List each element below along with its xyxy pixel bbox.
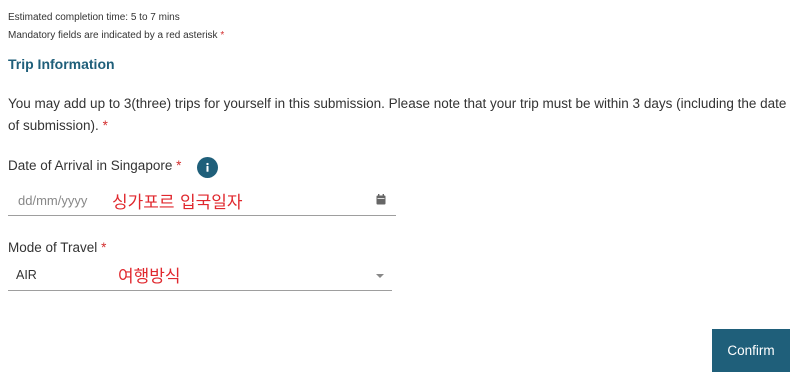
chevron-down-icon[interactable]: [376, 274, 384, 278]
calendar-icon[interactable]: [376, 194, 386, 205]
arrival-date-placeholder: dd/mm/yyyy: [18, 193, 88, 208]
info-glyph: [206, 162, 209, 172]
required-asterisk: *: [101, 240, 107, 255]
required-asterisk: *: [176, 158, 182, 173]
mandatory-note: Mandatory fields are indicated by a red …: [8, 30, 224, 41]
trip-form-page: Estimated completion time: 5 to 7 mins M…: [0, 0, 800, 383]
trip-intro-text: You may add up to 3(three) trips for you…: [8, 96, 787, 133]
travel-mode-annotation: 여행방식: [118, 267, 181, 287]
travel-mode-label: Mode of Travel *: [8, 240, 106, 255]
completion-time-note: Estimated completion time: 5 to 7 mins: [8, 12, 180, 23]
travel-mode-value: AIR: [16, 268, 37, 282]
completion-time-text: Estimated completion time: 5 to 7 mins: [8, 12, 180, 23]
confirm-button[interactable]: Confirm: [712, 329, 790, 372]
travel-mode-select[interactable]: AIR 여행방식: [8, 261, 392, 291]
arrival-date-label-text: Date of Arrival in Singapore: [8, 158, 173, 173]
arrival-date-input[interactable]: dd/mm/yyyy 싱가포르 입국일자: [8, 186, 396, 216]
arrival-date-annotation: 싱가포르 입국일자: [112, 193, 243, 213]
trip-intro: You may add up to 3(three) trips for you…: [8, 93, 793, 137]
travel-mode-label-text: Mode of Travel: [8, 240, 98, 255]
info-icon[interactable]: [197, 157, 218, 178]
arrival-date-label: Date of Arrival in Singapore *: [8, 158, 181, 173]
required-asterisk: *: [102, 118, 108, 133]
required-asterisk: *: [220, 30, 225, 41]
section-title: Trip Information: [8, 56, 115, 72]
mandatory-note-text: Mandatory fields are indicated by a red …: [8, 30, 218, 41]
